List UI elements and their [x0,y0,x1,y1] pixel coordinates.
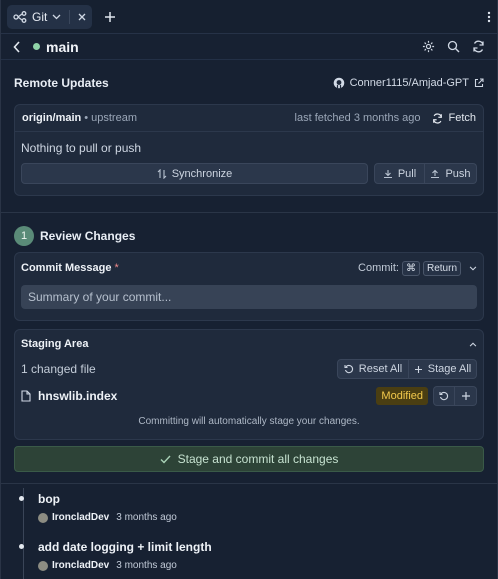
kbd-return: Return [422,260,461,276]
required-mark: * [114,262,119,274]
history-timeline-line [23,488,24,579]
github-icon [333,77,345,89]
external-link-icon [474,78,484,88]
pull-label: Pull [397,167,417,180]
fetch-button[interactable]: Fetch [432,112,476,124]
auto-stage-note: Committing will automatically stage your… [138,416,360,427]
commit-time: 3 months ago [116,560,177,571]
bullet-separator: • [84,112,89,124]
branch-name: main [46,38,79,55]
push-label: Push [445,167,471,180]
chevron-up-icon[interactable] [469,341,477,347]
synchronize-label: Synchronize [171,167,233,180]
kbd-cmd: ⌘ [401,260,420,276]
stage-file-button[interactable] [455,386,477,406]
download-icon [383,169,393,179]
commit-time: 3 months ago [116,512,177,523]
stage-all-button[interactable]: Stage All [409,359,477,379]
review-changes-title: Review Changes [40,229,136,243]
search-icon[interactable] [447,40,460,53]
tab-git[interactable]: Git [7,4,93,29]
plus-icon [414,365,423,374]
remote-branch: origin/main [22,112,82,124]
reset-all-label: Reset All [358,363,403,375]
plus-icon [461,391,471,401]
file-name: hnswlib.index [38,389,118,403]
remote-card-header: origin/main • upstream last fetched 3 mo… [15,105,483,132]
sync-status: Nothing to pull or push [21,141,142,155]
fetch-refresh-icon [432,112,443,124]
section-divider [1,483,497,484]
commit-author: IroncladDev [52,560,110,571]
tab-strip: Git [1,0,497,34]
timeline-dot [19,544,24,549]
repo-name: Conner1115/Amjad-GPT [349,77,469,89]
chevron-down-icon[interactable] [52,14,61,20]
file-icon [21,390,31,402]
refresh-icon[interactable] [472,40,485,53]
changed-file-count: 1 changed file [21,362,96,376]
git-branch-icon [13,10,27,23]
git-panel: Git main Remote Updates Conner1115/Amjad… [0,0,498,579]
commit-meta: IroncladDev 3 months ago [38,512,177,523]
more-options-icon[interactable] [487,11,491,23]
stage-and-commit-label: Stage and commit all changes [177,452,339,466]
branch-header: main [1,34,497,60]
commit-author: IroncladDev [52,512,110,523]
upstream-label: upstream [91,112,137,124]
sync-arrows-icon [157,168,167,179]
commit-meta: IroncladDev 3 months ago [38,560,177,571]
modified-badge: Modified [376,387,428,405]
stage-all-label: Stage All [427,363,472,375]
last-fetched: last fetched 3 months ago [294,112,421,124]
upload-icon [430,169,440,179]
timeline-dot [19,496,24,501]
chevron-down-icon[interactable] [469,265,477,271]
stage-and-commit-button[interactable]: Stage and commit all changes [14,446,484,472]
check-icon [160,455,171,464]
avatar [38,512,48,523]
commit-message-card: Commit Message * Commit: ⌘ Return Summar… [14,252,484,321]
reset-icon [439,391,449,401]
tab-separator [69,9,71,24]
discard-file-button[interactable] [433,386,455,406]
remote-updates-section: Remote Updates Conner1115/Amjad-GPT orig… [1,60,497,196]
staging-area-card: Staging Area 1 changed file Reset All St… [14,329,484,440]
step-number-badge: 1 [14,226,34,246]
new-tab-plus-icon[interactable] [104,11,116,23]
push-button[interactable]: Push [425,163,477,184]
changed-file-row[interactable]: hnswlib.index Modified [15,383,483,409]
synchronize-button[interactable]: Synchronize [21,163,368,184]
staging-area-title: Staging Area [21,338,89,350]
commit-title: add date logging + limit length [38,540,212,554]
avatar [38,560,48,571]
tab-git-label: Git [32,9,48,24]
fetch-label: Fetch [448,112,476,124]
commit-summary-input[interactable]: Summary of your commit... [21,285,477,309]
commit-title: bop [38,492,60,506]
commit-message-label: Commit Message [21,262,112,274]
gear-icon[interactable] [422,40,435,53]
review-changes-section: 1 Review Changes Commit Message * Commit… [1,213,497,472]
back-chevron-icon[interactable] [13,40,21,53]
remote-card: origin/main • upstream last fetched 3 mo… [14,104,484,196]
branch-status-dot [33,43,40,50]
close-icon[interactable] [78,13,86,21]
pull-button[interactable]: Pull [374,163,425,184]
remote-updates-title: Remote Updates [14,76,109,90]
reset-all-button[interactable]: Reset All [337,359,409,379]
commit-shortcut-label: Commit: [358,262,399,274]
repo-link[interactable]: Conner1115/Amjad-GPT [333,77,484,89]
reset-icon [344,364,354,374]
